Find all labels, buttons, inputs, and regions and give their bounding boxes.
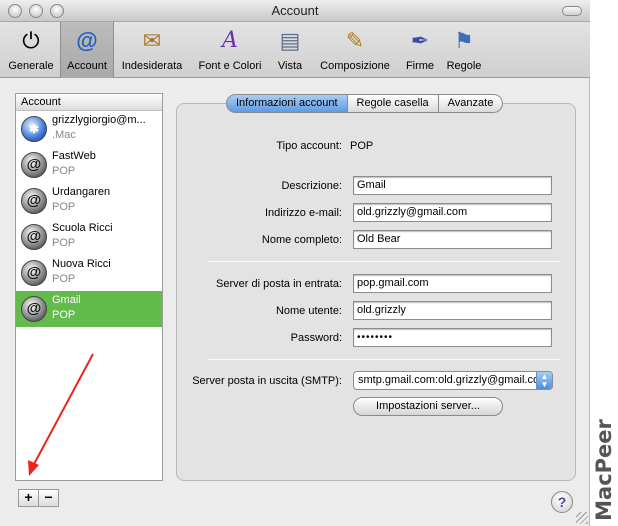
full-name-label: Nome completo: — [261, 234, 342, 246]
accounts-list: Account ✱ grizzlygiorgio@m... .Mac @ Fas… — [15, 93, 163, 481]
window-title: Account — [271, 3, 319, 18]
resize-grip[interactable] — [576, 512, 588, 524]
watermark-text: MacPeer — [592, 419, 616, 521]
help-button[interactable]: ? — [551, 491, 573, 513]
account-type-label: Tipo account: — [276, 140, 342, 152]
account-name: grizzlygiorgio@m... — [52, 114, 146, 126]
accounts-list-header: Account — [16, 94, 162, 111]
at-sign-icon: @ — [21, 260, 47, 286]
incoming-server-field[interactable]: pop.gmail.com — [353, 274, 552, 293]
toolbar-item-font-e-colori[interactable]: A Font e Colori — [192, 22, 268, 78]
account-item-gmail[interactable]: @ Gmail POP — [16, 291, 162, 327]
account-type-value: POP — [350, 140, 374, 152]
signature-icon: ✒ — [410, 28, 430, 53]
tab-regole-casella[interactable]: Regole casella — [347, 94, 439, 113]
account-name: Urdangaren — [52, 186, 111, 198]
incoming-server-label: Server di posta in entrata: — [216, 278, 342, 290]
toolbar-toggle-button[interactable] — [562, 6, 582, 16]
description-field[interactable]: Gmail — [353, 176, 552, 195]
account-name: Gmail — [52, 294, 81, 306]
toolbar-item-regole[interactable]: ⚑ Regole — [442, 22, 486, 78]
email-label: Indirizzo e-mail: — [264, 207, 342, 219]
toolbar-item-label: Font e Colori — [198, 60, 262, 72]
account-name: FastWeb — [52, 150, 96, 162]
password-label: Password: — [290, 332, 342, 344]
tab-informazioni-account[interactable]: Informazioni account — [226, 94, 348, 113]
add-account-button[interactable]: + — [18, 489, 39, 507]
rules-icon: ⚑ — [454, 28, 474, 53]
smtp-server-label: Server posta in uscita (SMTP): — [192, 375, 342, 387]
username-field[interactable]: old.grizzly — [353, 301, 552, 320]
toolbar-item-label: Regole — [446, 60, 482, 72]
at-sign-icon: @ — [76, 28, 98, 53]
description-label: Descrizione: — [281, 180, 342, 192]
password-field[interactable]: •••••••• — [353, 328, 552, 347]
smtp-server-popup[interactable]: smtp.gmail.com:old.grizzly@gmail.com ▲ ▼ — [353, 371, 553, 390]
preferences-toolbar: ⏻ Generale @ Account ✉ Indesiderata A Fo… — [0, 22, 590, 78]
view-icon: ▤ — [279, 28, 301, 53]
at-sign-icon: @ — [21, 188, 47, 214]
toolbar-item-firme[interactable]: ✒ Firme — [400, 22, 440, 78]
separator — [208, 359, 560, 360]
smtp-server-value: smtp.gmail.com:old.grizzly@gmail.com — [358, 374, 549, 386]
toolbar-item-label: Firme — [405, 60, 435, 72]
account-item-dotmac[interactable]: ✱ grizzlygiorgio@m... .Mac — [16, 111, 162, 147]
toolbar-item-label: Generale — [8, 60, 54, 72]
account-type: POP — [52, 273, 76, 285]
server-settings-button[interactable]: Impostazioni server... — [353, 397, 503, 416]
account-name: Nuova Ricci — [52, 258, 111, 270]
toolbar-item-label: Indesiderata — [121, 60, 183, 72]
at-sign-icon: @ — [21, 296, 47, 322]
popup-arrows-icon: ▲ ▼ — [536, 372, 552, 389]
account-type: POP — [52, 309, 76, 321]
separator — [208, 261, 560, 262]
junk-mail-icon: ✉ — [142, 28, 162, 53]
at-sign-icon: @ — [21, 224, 47, 250]
toolbar-item-label: Composizione — [320, 60, 390, 72]
watermark: MacPeer — [590, 419, 618, 521]
account-name: Scuola Ricci — [52, 222, 113, 234]
full-name-field[interactable]: Old Bear — [353, 230, 552, 249]
email-field[interactable]: old.grizzly@gmail.com — [353, 203, 552, 222]
switch-icon: ⏻ — [22, 28, 40, 53]
account-item-fastweb[interactable]: @ FastWeb POP — [16, 147, 162, 183]
preferences-window: Account ⏻ Generale @ Account ✉ Indesider… — [0, 0, 590, 526]
toolbar-item-account[interactable]: @ Account — [60, 22, 114, 78]
account-item-urdangaren[interactable]: @ Urdangaren POP — [16, 183, 162, 219]
toolbar-item-composizione[interactable]: ✎ Composizione — [314, 22, 396, 78]
toolbar-item-vista[interactable]: ▤ Vista — [270, 22, 310, 78]
account-type: POP — [52, 237, 76, 249]
title-bar: Account — [0, 0, 590, 22]
account-type: POP — [52, 165, 76, 177]
remove-account-button[interactable]: − — [38, 489, 59, 507]
toolbar-item-label: Account — [67, 60, 107, 72]
toolbar-item-generale[interactable]: ⏻ Generale — [4, 22, 58, 78]
toolbar-item-indesiderata[interactable]: ✉ Indesiderata — [116, 22, 188, 78]
toolbar-item-label: Vista — [277, 60, 303, 72]
at-sign-icon: @ — [21, 152, 47, 178]
tab-avanzate[interactable]: Avanzate — [438, 94, 504, 113]
account-type: .Mac — [52, 129, 76, 141]
dotmac-globe-icon: ✱ — [21, 116, 47, 142]
account-type: POP — [52, 201, 76, 213]
account-tabs: Informazioni account Regole casella Avan… — [226, 94, 504, 113]
font-color-icon: A — [222, 28, 238, 53]
username-label: Nome utente: — [275, 305, 342, 317]
compose-icon: ✎ — [345, 28, 365, 53]
account-item-scuola-ricci[interactable]: @ Scuola Ricci POP — [16, 219, 162, 255]
account-item-nuova-ricci[interactable]: @ Nuova Ricci POP — [16, 255, 162, 291]
